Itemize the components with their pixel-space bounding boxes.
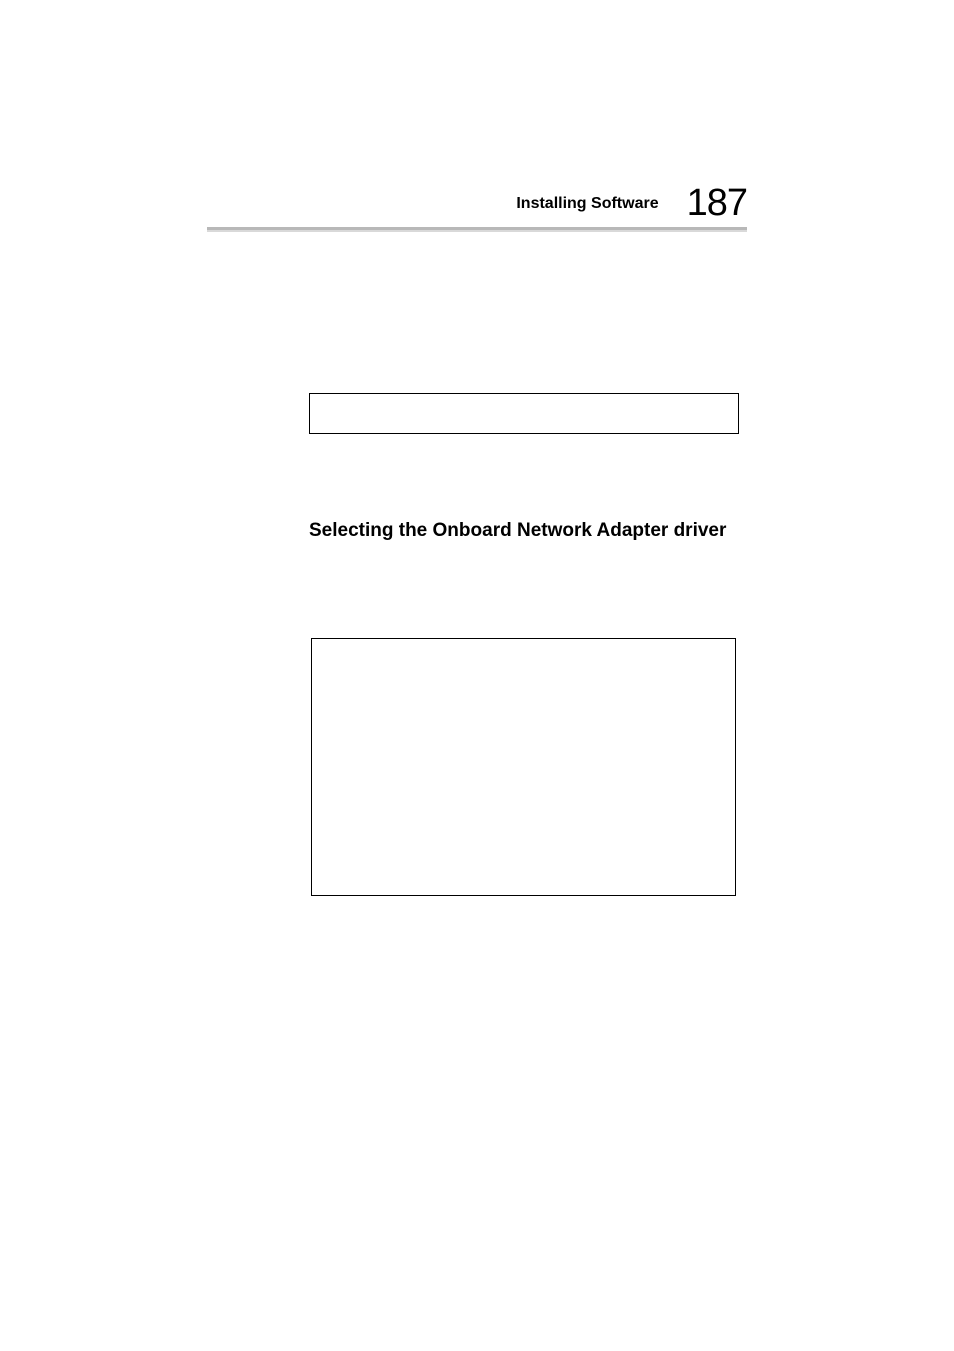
content-box-large [311,638,736,896]
content-box-small [309,393,739,434]
page-number: 187 [687,182,747,225]
page-header: Installing Software 187 [516,182,747,225]
header-rule-bottom [207,230,747,232]
subheading: Selecting the Onboard Network Adapter dr… [309,520,726,542]
section-title: Installing Software [516,195,658,213]
